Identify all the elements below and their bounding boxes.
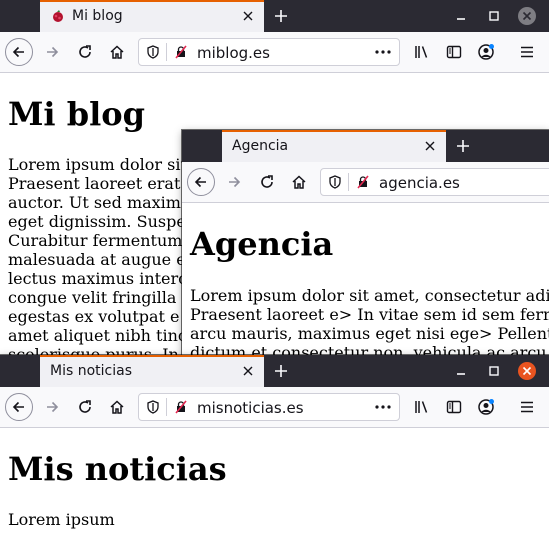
close-icon[interactable] (238, 6, 258, 26)
insecure-lock-icon[interactable] (173, 399, 189, 415)
hamburger-menu-icon[interactable] (513, 38, 541, 66)
window-close-icon[interactable] (517, 361, 537, 381)
hamburger-menu-icon[interactable] (513, 393, 541, 421)
back-arrow-icon[interactable] (5, 38, 33, 66)
more-dots-icon[interactable] (373, 43, 393, 61)
tab-strip: Mi blog (0, 0, 549, 32)
url-separator (166, 43, 167, 61)
url-separator (348, 173, 349, 191)
browser-window-misnoticias[interactable]: Mis noticias misnoticias.es Mis noticias… (0, 355, 549, 557)
sidebar-icon[interactable] (440, 393, 468, 421)
plus-icon[interactable] (268, 359, 294, 383)
page-heading: Agencia (190, 225, 334, 263)
shield-icon[interactable] (145, 399, 161, 415)
minimize-icon[interactable] (451, 361, 471, 381)
maximize-icon[interactable] (484, 361, 504, 381)
window-close-icon[interactable] (517, 6, 537, 26)
page-body-text: Lorem ipsum (8, 510, 115, 529)
account-icon[interactable] (472, 393, 500, 421)
shield-icon[interactable] (327, 174, 343, 190)
page-heading: Mi blog (8, 95, 145, 133)
tab-title: Agencia (232, 138, 289, 154)
tab-title: Mis noticias (50, 363, 132, 379)
page-content: Agencia Lorem ipsum dolor sit amet, cons… (182, 203, 549, 360)
sidebar-icon[interactable] (440, 38, 468, 66)
home-icon[interactable] (285, 168, 313, 196)
url-text[interactable]: agencia.es (379, 174, 460, 192)
back-arrow-icon[interactable] (5, 393, 33, 421)
forward-arrow-icon[interactable] (38, 393, 66, 421)
reload-icon[interactable] (71, 38, 99, 66)
library-icon[interactable] (408, 38, 436, 66)
url-text[interactable]: misnoticias.es (197, 399, 304, 417)
tab-title: Mi blog (72, 8, 123, 24)
page-body-text: Lorem ipsum dolor sit amet, consectetur … (190, 286, 549, 360)
minimize-icon[interactable] (451, 6, 471, 26)
tab-strip: Mis noticias (0, 355, 549, 387)
tab-miblog[interactable]: Mi blog (40, 0, 264, 32)
forward-arrow-icon[interactable] (38, 38, 66, 66)
navigation-toolbar: agencia.es (182, 162, 549, 203)
navigation-toolbar: miblog.es (0, 32, 549, 73)
more-dots-icon[interactable] (373, 398, 393, 416)
plus-icon[interactable] (450, 134, 476, 158)
shield-icon[interactable] (145, 44, 161, 60)
plus-icon[interactable] (268, 4, 294, 28)
insecure-lock-icon[interactable] (355, 174, 371, 190)
maximize-icon[interactable] (484, 6, 504, 26)
page-body-text: Lorem ipsum dolor sit Praesent laoreet e… (8, 155, 188, 364)
page-content: Mis noticias Lorem ipsum (0, 428, 549, 557)
insecure-lock-icon[interactable] (173, 44, 189, 60)
tab-strip: Agencia (182, 130, 549, 162)
back-arrow-icon[interactable] (187, 168, 215, 196)
reload-icon[interactable] (71, 393, 99, 421)
close-icon[interactable] (238, 361, 258, 381)
navigation-toolbar: misnoticias.es (0, 387, 549, 428)
reload-icon[interactable] (253, 168, 281, 196)
url-bar[interactable]: misnoticias.es (138, 393, 400, 421)
home-icon[interactable] (103, 38, 131, 66)
page-heading: Mis noticias (8, 450, 227, 488)
url-separator (166, 398, 167, 416)
raspberry-favicon-icon (50, 8, 66, 24)
tab-misnoticias[interactable]: Mis noticias (40, 355, 264, 387)
tab-agencia[interactable]: Agencia (222, 130, 446, 162)
close-icon[interactable] (420, 136, 440, 156)
forward-arrow-icon[interactable] (220, 168, 248, 196)
account-icon[interactable] (472, 38, 500, 66)
home-icon[interactable] (103, 393, 131, 421)
browser-window-agencia[interactable]: Agencia agencia.es Agencia Lorem ipsum d… (182, 130, 549, 360)
library-icon[interactable] (408, 393, 436, 421)
url-bar[interactable]: agencia.es (320, 168, 549, 196)
url-bar[interactable]: miblog.es (138, 38, 400, 66)
url-text[interactable]: miblog.es (197, 44, 270, 62)
